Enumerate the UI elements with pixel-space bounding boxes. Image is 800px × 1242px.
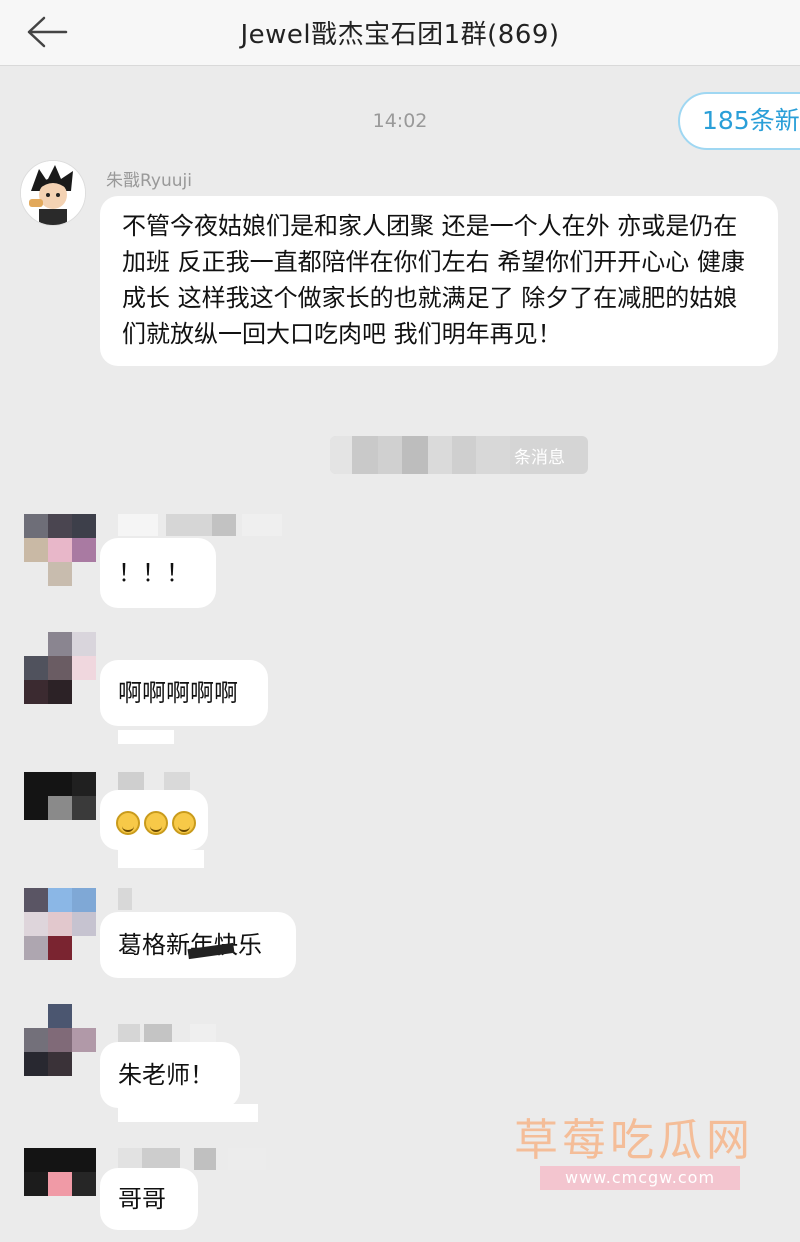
chat-header: Jewel戬杰宝石团1群(869) bbox=[0, 0, 800, 66]
sender-name: 朱戬Ryuuji bbox=[106, 171, 192, 191]
message-bubble[interactable]: 朱老师！ bbox=[100, 1042, 240, 1108]
member-avatar[interactable] bbox=[24, 632, 96, 704]
avatar-illustration-icon bbox=[21, 161, 85, 225]
message-bubble[interactable] bbox=[100, 790, 208, 850]
message-bubble[interactable]: 哥哥 bbox=[100, 1168, 198, 1230]
laugh-cry-icon bbox=[116, 811, 140, 835]
member-name-blurred bbox=[118, 514, 288, 536]
member-avatar[interactable] bbox=[24, 514, 96, 586]
watermark-url: www.cmcgw.com bbox=[540, 1166, 740, 1190]
member-avatar[interactable] bbox=[24, 888, 96, 960]
group-title: Jewel戬杰宝石团1群(869) bbox=[240, 20, 560, 50]
system-notice-text: 条消息 bbox=[514, 448, 565, 468]
system-notice: 条消息 bbox=[330, 436, 588, 474]
message-bubble[interactable]: 不管今夜姑娘们是和家人团聚 还是一个人在外 亦或是仍在加班 反正我一直都陪伴在你… bbox=[100, 196, 778, 366]
watermark-logo: 草莓吃瓜网 bbox=[514, 1115, 754, 1166]
member-avatar[interactable] bbox=[24, 1004, 96, 1076]
member-avatar[interactable] bbox=[24, 772, 96, 844]
message-bubble[interactable]: 葛格新年快乐 bbox=[100, 912, 296, 978]
laugh-cry-icon bbox=[144, 811, 168, 835]
member-name-blurred bbox=[118, 1148, 268, 1170]
timestamp-text: 14:02 bbox=[372, 110, 428, 132]
member-name-blurred bbox=[118, 888, 138, 910]
laugh-cry-icon bbox=[172, 811, 196, 835]
member-avatar[interactable] bbox=[24, 1148, 96, 1220]
sender-avatar[interactable] bbox=[20, 160, 86, 226]
message-bubble[interactable]: 啊啊啊啊啊 bbox=[100, 660, 268, 726]
timestamp: 14:02 bbox=[0, 110, 800, 132]
blur-artifact bbox=[118, 730, 174, 744]
blur-artifact bbox=[118, 850, 204, 868]
blur-artifact bbox=[118, 1104, 258, 1122]
message-bubble[interactable]: ！！！ bbox=[100, 538, 216, 608]
